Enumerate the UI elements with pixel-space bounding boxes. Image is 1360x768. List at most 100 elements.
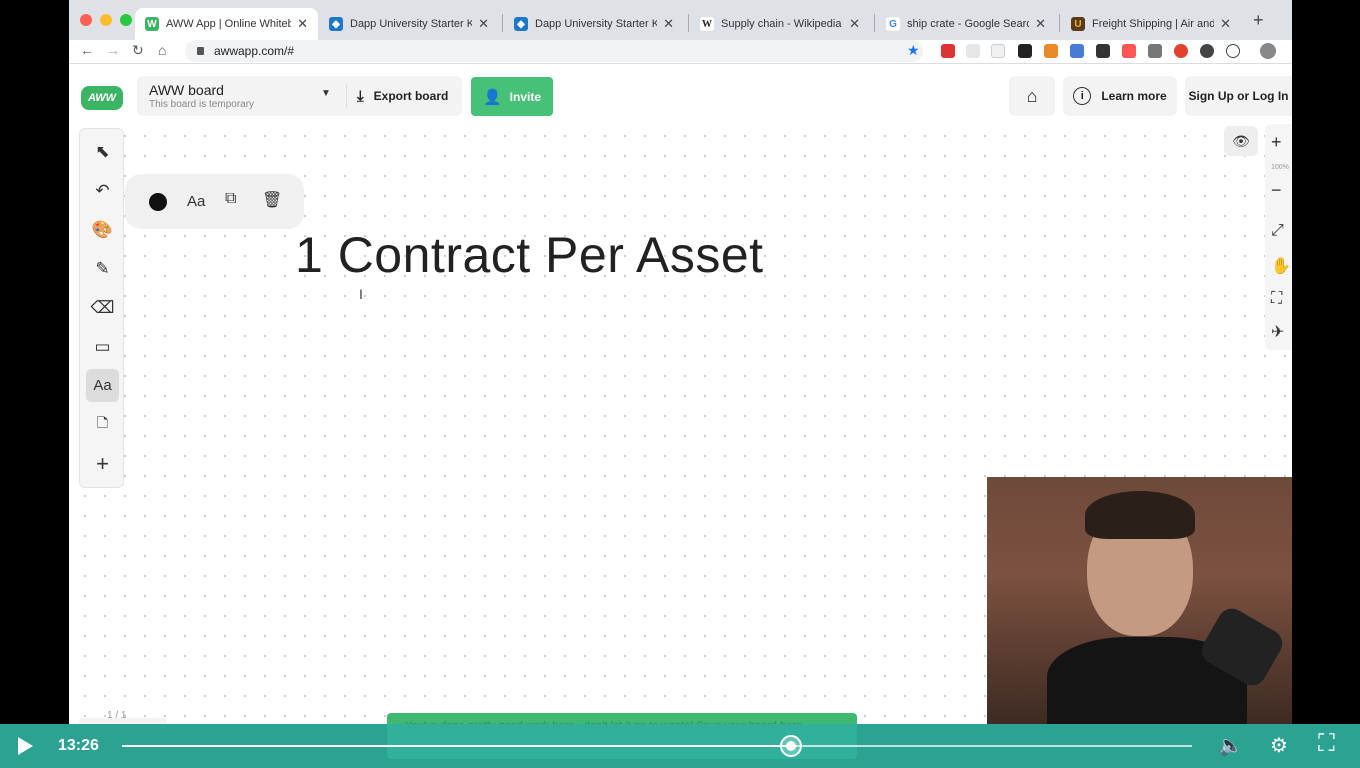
zoom-in-icon[interactable]: + [1271,132,1282,153]
hand-icon[interactable]: ✋ [1271,256,1291,276]
eye-icon[interactable]: 👁 [1224,126,1258,156]
fullscreen-icon[interactable]: ⛶ [1318,730,1335,758]
canvas-text[interactable]: 1 Contract Per Asset [295,226,764,284]
learn-more-label: Learn more [1101,89,1167,103]
reload-icon[interactable]: ↻ [132,42,144,59]
zoom-level: 100% [1271,164,1289,171]
sticky-note-icon[interactable]: 🗅 [86,408,119,441]
palette-icon[interactable]: 🎨 [86,213,119,246]
focus-icon[interactable]: ⛶ [1271,290,1282,308]
tab-separator [1059,14,1060,32]
undo-icon[interactable]: ↶ [86,174,119,207]
text-cursor-icon: I [359,286,363,302]
home-icon: ⌂ [1026,85,1038,106]
tool-panel: ⬉ ↶ 🎨 ✎ ⌫ ▭ Aa 🗅 + [79,128,124,488]
back-icon[interactable]: ← [80,42,94,58]
wikipedia-icon: W [700,17,714,31]
extension-icon[interactable] [1096,44,1110,58]
minimize-window-icon[interactable] [100,14,112,26]
extension-icon[interactable] [1070,44,1084,58]
page-counter: 1 / 1 [107,710,127,721]
metamask-icon[interactable] [1044,44,1058,58]
gear-icon[interactable]: ⚙ [1270,733,1288,758]
export-label: Export board [373,89,449,103]
chevron-down-icon[interactable]: ▼ [321,88,331,99]
copy-icon[interactable]: ⧉ [225,190,236,208]
close-tab-icon[interactable]: ✕ [478,16,489,32]
home-icon[interactable]: ⌂ [158,42,166,58]
url-text: awwapp.com/# [214,44,295,58]
browser-tab[interactable]: ◆ Dapp University Starter Kit ✕ [504,8,684,40]
seek-bar[interactable] [122,745,1192,747]
maximize-window-icon[interactable] [120,14,132,26]
text-tool[interactable]: Aa [86,369,119,402]
invite-label: Invite [509,89,542,104]
extension-icon[interactable] [1122,44,1136,58]
add-user-icon: 👤 [482,88,502,106]
forward-icon[interactable]: → [106,42,120,58]
current-time: 13:26 [58,737,99,754]
presenter-hair [1085,491,1195,539]
export-board-button[interactable]: ⤓ Export board [357,76,448,116]
sign-up-button[interactable]: Sign Up or Log In [1185,76,1292,116]
close-tab-icon[interactable]: ✕ [849,16,860,32]
info-icon: i [1073,87,1092,105]
extension-icon[interactable] [991,44,1005,58]
tab-title: Freight Shipping | Air and Mo [1092,18,1215,30]
expand-icon[interactable]: ⤢ [1271,222,1284,240]
close-tab-icon[interactable]: ✕ [1220,16,1231,32]
zoom-out-icon[interactable]: − [1271,180,1282,201]
close-tab-icon[interactable]: ✕ [297,16,308,32]
download-icon: ⤓ [357,87,364,105]
extension-icon[interactable] [966,44,980,58]
address-bar: ← → ↻ ⌂ awwapp.com/# ★ [69,40,1292,64]
vscode-icon: ◆ [514,17,528,31]
volume-icon[interactable]: 🔈 [1218,733,1243,758]
eraser-icon[interactable]: ⌫ [86,291,119,324]
board-subtitle: This board is temporary [149,99,255,110]
seek-handle[interactable] [779,735,802,757]
laser-icon[interactable]: ✈ [1271,322,1284,342]
learn-more-button[interactable]: i Learn more [1063,76,1177,116]
extension-icon[interactable] [941,44,955,58]
browser-tab[interactable]: ◆ Dapp University Starter Kit ✕ [319,8,499,40]
close-tab-icon[interactable]: ✕ [663,16,674,32]
vscode-icon: ◆ [329,17,343,31]
info-icon[interactable] [1226,44,1240,58]
pencil-icon[interactable]: ✎ [86,252,119,285]
browser-tab[interactable]: W AWW App | Online Whiteboa ✕ [135,8,318,40]
invite-button[interactable]: 👤 Invite [471,77,553,116]
heart-icon[interactable] [1174,44,1188,58]
select-tool-icon[interactable]: ⬉ [86,135,119,168]
font-button[interactable]: Aa [187,193,205,210]
extension-icon[interactable] [1200,44,1214,58]
color-swatch[interactable] [149,193,167,211]
tab-separator [874,14,875,32]
browser-tab[interactable]: W Supply chain - Wikipedia ✕ [690,8,870,40]
browser-tab[interactable]: G ship crate - Google Search ✕ [876,8,1056,40]
board-menu[interactable]: AWW board This board is temporary ▼ ⤓ Ex… [137,76,462,116]
avatar[interactable] [1260,43,1276,59]
zoom-panel: + 100% − ⤢ ✋ ⛶ ✈ [1265,124,1292,350]
url-input[interactable]: awwapp.com/# [185,40,923,62]
new-tab-icon[interactable]: + [1253,10,1264,31]
add-icon[interactable]: + [86,447,119,480]
browser-tab[interactable]: U Freight Shipping | Air and Mo ✕ [1061,8,1241,40]
browser-tab-bar: W AWW App | Online Whiteboa ✕ ◆ Dapp Uni… [69,0,1292,40]
aww-logo[interactable]: AWW [81,86,123,110]
close-window-icon[interactable] [80,14,92,26]
video-camera-icon[interactable] [1018,44,1032,58]
tab-title: Supply chain - Wikipedia [721,18,842,30]
extension-icon[interactable] [1148,44,1162,58]
bookmark-star-icon[interactable]: ★ [907,42,920,59]
webcam-feed [987,477,1292,724]
play-icon[interactable] [18,737,33,755]
rectangle-icon[interactable]: ▭ [86,330,119,363]
seek-progress [122,745,791,747]
google-icon: G [886,17,900,31]
trash-icon[interactable]: 🗑 [262,190,282,210]
text-options-bar: Aa ⧉ 🗑 [125,174,304,229]
home-button[interactable]: ⌂ [1009,76,1055,116]
tab-separator [688,14,689,32]
close-tab-icon[interactable]: ✕ [1035,16,1046,32]
